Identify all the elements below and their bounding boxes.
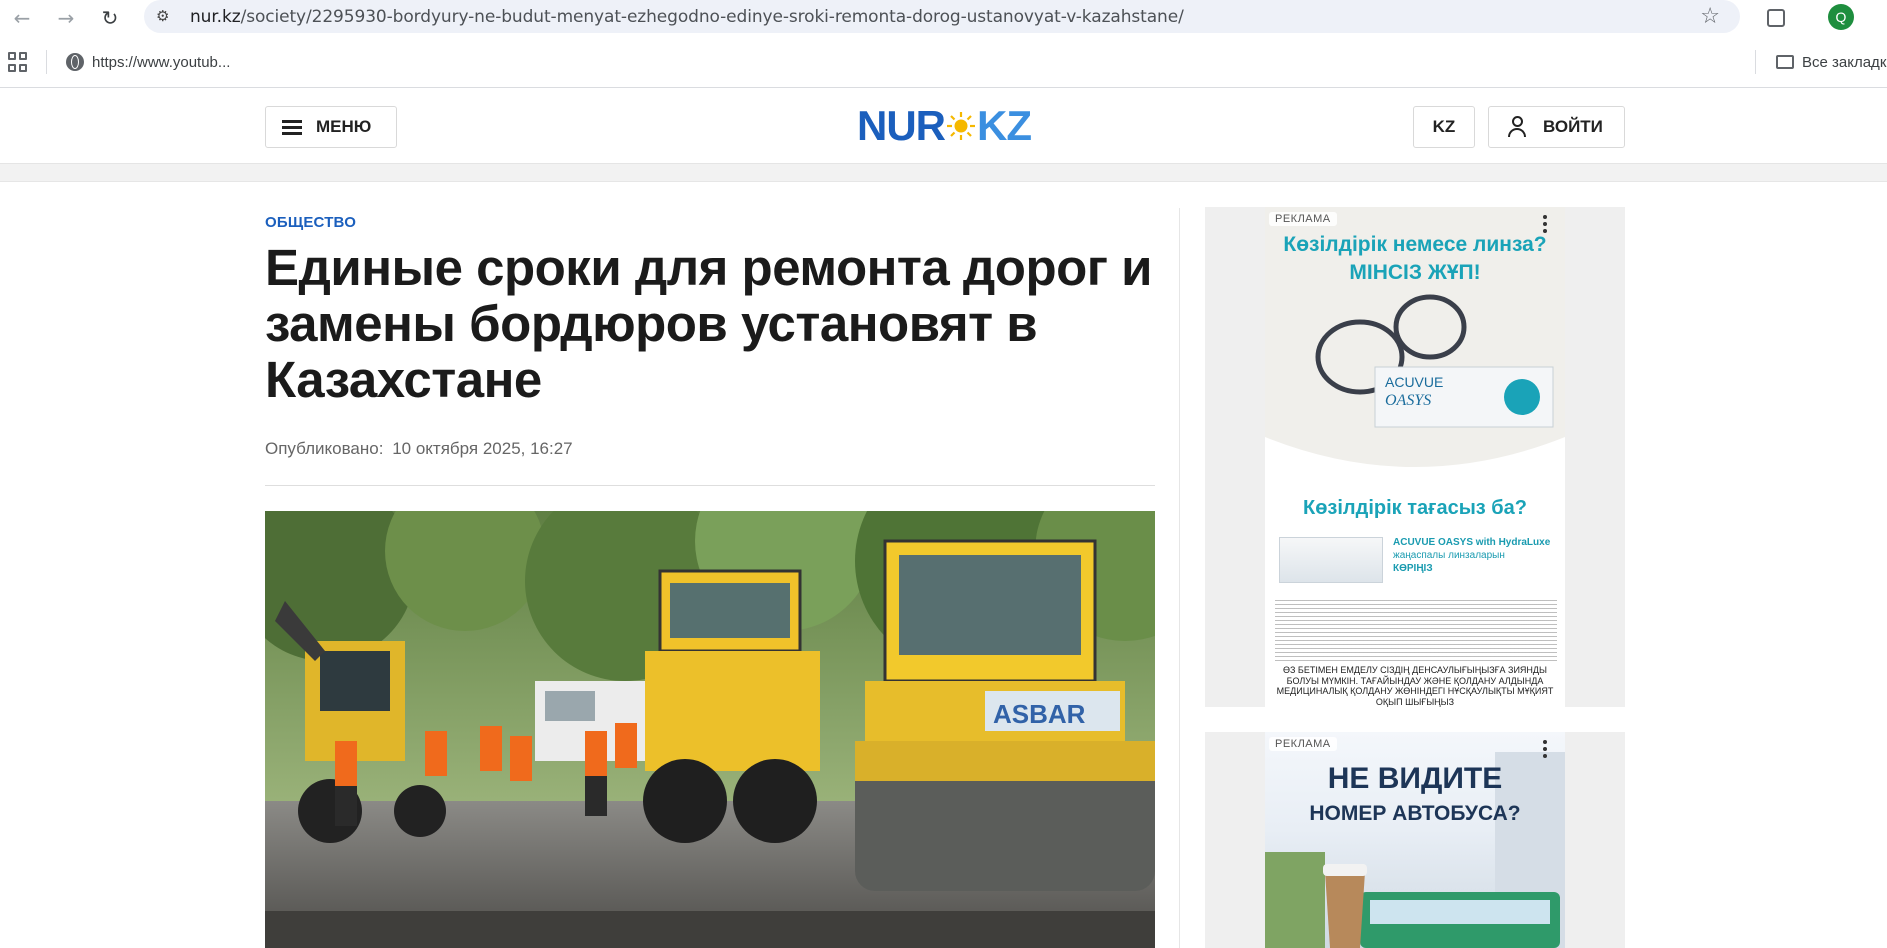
browser-toolbar: ← → ↻ ⚙ nur.kz/society/2295930-bordyury-… (0, 0, 1887, 36)
apps-grid-icon[interactable] (8, 52, 28, 72)
article-divider (265, 485, 1155, 486)
login-label: ВОЙТИ (1543, 117, 1603, 136)
all-bookmarks-button[interactable]: Все закладк (1776, 50, 1886, 74)
ad-product-box (1279, 537, 1383, 583)
bookmark-star-icon[interactable]: ☆ (1700, 4, 1720, 29)
ad-creative[interactable]: НЕ ВИДИТЕ НОМЕР АВТОБУСА? (1265, 732, 1565, 948)
article-title: Единые сроки для ремонта дорог и замены … (265, 239, 1153, 408)
extensions-puzzle-icon[interactable] (1762, 4, 1790, 32)
forward-arrow-icon[interactable]: → (52, 4, 80, 32)
ad-product-desc: жаңаспалы линзаларын (1393, 550, 1505, 561)
folder-icon (1776, 55, 1794, 69)
bookmarks-separator (46, 50, 47, 74)
hamburger-icon (282, 120, 302, 135)
ad-product-name: ACUVUE OASYS with HydraLuxe (1393, 537, 1551, 548)
globe-icon (66, 53, 84, 71)
sun-icon (947, 112, 975, 140)
article-hero-image: ASBAR (265, 511, 1155, 948)
reload-icon[interactable]: ↻ (96, 4, 124, 32)
roller-sign-text: ASBAR (993, 699, 1086, 729)
ad-subheadline: НОМЕР АВТОБУСА? (1309, 802, 1521, 825)
article-category-link[interactable]: ОБЩЕСТВО (265, 214, 356, 231)
ad-label: РЕКЛАМА (1269, 212, 1337, 226)
url-text[interactable]: nur.kz/society/2295930-bordyury-ne-budut… (190, 7, 1184, 27)
ad-question: Көзілдірік тағасыз ба? (1303, 497, 1527, 519)
road-repair-photo: ASBAR (265, 511, 1155, 948)
ad-product-cta[interactable]: КӨРІҢІЗ (1393, 563, 1563, 574)
publish-info: Опубликовано: 10 октября 2025, 16:27 (265, 439, 573, 459)
bookmarks-separator (1755, 50, 1756, 74)
logo-text-kz: KZ (977, 102, 1032, 149)
site-header: МЕНЮ NUR KZ KZ ВОЙТИ (0, 88, 1887, 164)
ad-options-icon[interactable] (1543, 215, 1547, 235)
ad-headline: Көзілдірік немесе линза? (1283, 233, 1547, 256)
ad-label: РЕКЛАМА (1269, 737, 1337, 751)
address-bar[interactable]: ⚙ nur.kz/society/2295930-bordyury-ne-bud… (144, 0, 1740, 33)
box-line: OASYS (1385, 392, 1431, 409)
user-icon (1507, 116, 1529, 138)
back-arrow-icon[interactable]: ← (8, 4, 36, 32)
menu-button[interactable]: МЕНЮ (265, 106, 397, 148)
login-button[interactable]: ВОЙТИ (1488, 106, 1625, 148)
bookmarks-bar: https://www.youtub... Все закладк (0, 36, 1887, 88)
ad-fine-print (1275, 600, 1557, 664)
published-date: 10 октября 2025, 16:27 (392, 439, 573, 458)
logo-text-nur: NUR (857, 102, 946, 149)
ad-headline: НЕ ВИДИТЕ (1327, 762, 1503, 795)
language-switch-button[interactable]: KZ (1413, 106, 1475, 148)
sidebar-ad-bus[interactable]: НЕ ВИДИТЕ НОМЕР АВТОБУСА? РЕКЛАМА (1205, 732, 1625, 948)
site-info-icon[interactable]: ⚙ (156, 7, 176, 27)
box-brand: ACUVUE (1385, 374, 1443, 390)
header-spacer (0, 164, 1887, 182)
menu-label: МЕНЮ (316, 117, 372, 136)
ad-options-icon[interactable] (1543, 740, 1547, 760)
ad-warning: ӨЗ БЕТІМЕН ЕМДЕЛУ СІЗДІҢ ДЕНСАУЛЫҒЫҢЫЗҒА… (1276, 665, 1554, 707)
bookmark-item-youtube[interactable]: https://www.youtub... (66, 50, 230, 74)
profile-avatar[interactable]: Q (1828, 4, 1854, 30)
all-bookmarks-label: Все закладк (1802, 53, 1887, 71)
site-logo[interactable]: NUR KZ (857, 102, 1032, 150)
column-divider (1179, 208, 1180, 948)
published-label: Опубликовано: (265, 439, 384, 458)
ad-creative[interactable]: ACUVUE OASYS Көзілдірік немесе линза? МІ… (1265, 207, 1565, 707)
bookmark-label: https://www.youtub... (92, 53, 231, 71)
ad-headline-2: МІНСІЗ ЖҰП! (1349, 261, 1481, 284)
sidebar-ad-acuvue[interactable]: ACUVUE OASYS Көзілдірік немесе линза? МІ… (1205, 207, 1625, 707)
